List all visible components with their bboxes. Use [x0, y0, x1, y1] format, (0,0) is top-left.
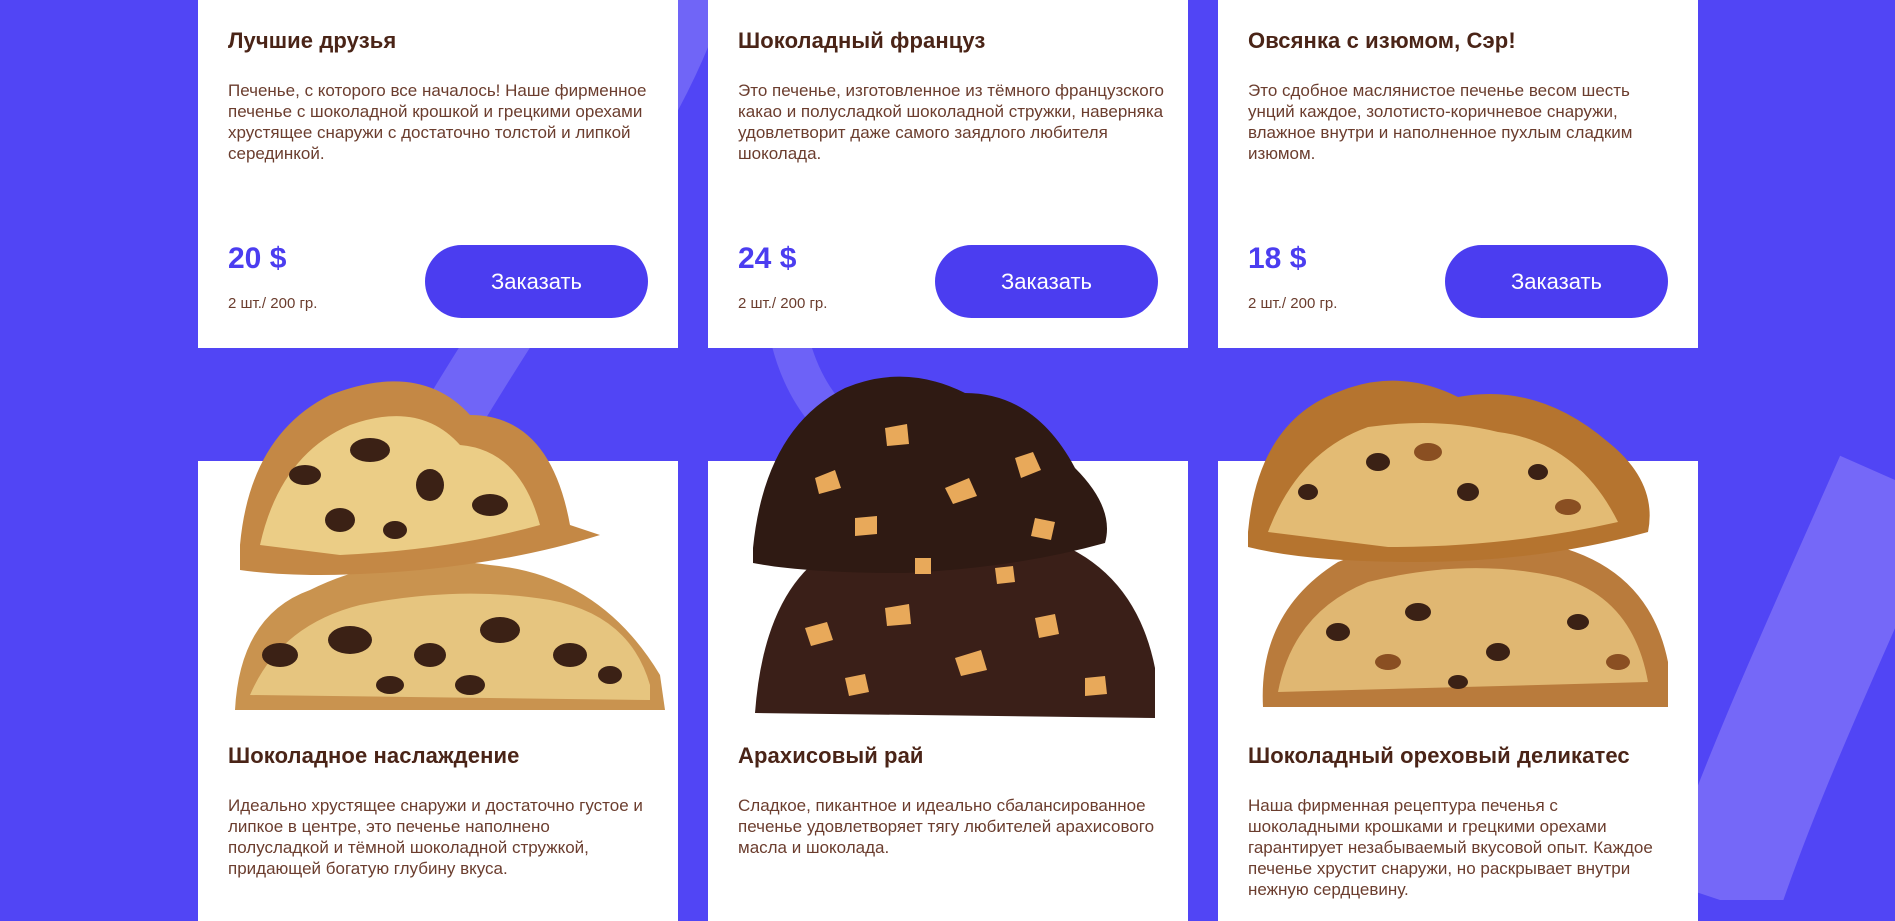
- product-description: Это печенье, изготовленное из тёмного фр…: [738, 81, 1164, 163]
- product-title: Шоколадный француз: [738, 28, 986, 53]
- product-title: Арахисовый рай: [738, 743, 924, 768]
- product-title: Лучшие друзья: [228, 28, 397, 53]
- order-button[interactable]: Заказать: [935, 245, 1158, 318]
- product-description: Идеально хрустящее снаружи и достаточно …: [228, 796, 643, 878]
- product-title: Овсянка с изюмом, Сэр!: [1248, 28, 1516, 53]
- product-weight: 2 шт./ 200 гр.: [738, 295, 828, 312]
- peanut-butter-chocolate-cookie-image: [735, 368, 1185, 728]
- product-card: Овсянка с изюмом, Сэр! Это сдобное масля…: [1218, 0, 1698, 348]
- product-weight: 2 шт./ 200 гр.: [228, 295, 318, 312]
- product-title: Шоколадное наслаждение: [228, 743, 520, 768]
- product-price: 24 $: [738, 242, 797, 275]
- product-description: Наша фирменная рецептура печенья с шокол…: [1248, 796, 1653, 899]
- order-button[interactable]: Заказать: [1445, 245, 1668, 318]
- product-card: Шоколадный француз Это печенье, изготовл…: [708, 0, 1188, 348]
- product-price: 20 $: [228, 242, 287, 275]
- walnut-chocolate-cookie-image: [1238, 362, 1688, 722]
- product-description: Это сдобное маслянистое печенье весом ше…: [1248, 81, 1633, 163]
- product-price: 18 $: [1248, 242, 1307, 275]
- order-button[interactable]: Заказать: [425, 245, 648, 318]
- product-weight: 2 шт./ 200 гр.: [1248, 295, 1338, 312]
- product-description: Сладкое, пикантное и идеально сбалансиро…: [738, 796, 1155, 857]
- chocolate-chip-cookie-image: [220, 355, 670, 715]
- product-title: Шоколадный ореховый деликатес: [1248, 743, 1630, 768]
- product-card: Лучшие друзья Печенье, с которого все на…: [198, 0, 678, 348]
- product-description: Печенье, с которого все началось! Наше ф…: [228, 81, 647, 163]
